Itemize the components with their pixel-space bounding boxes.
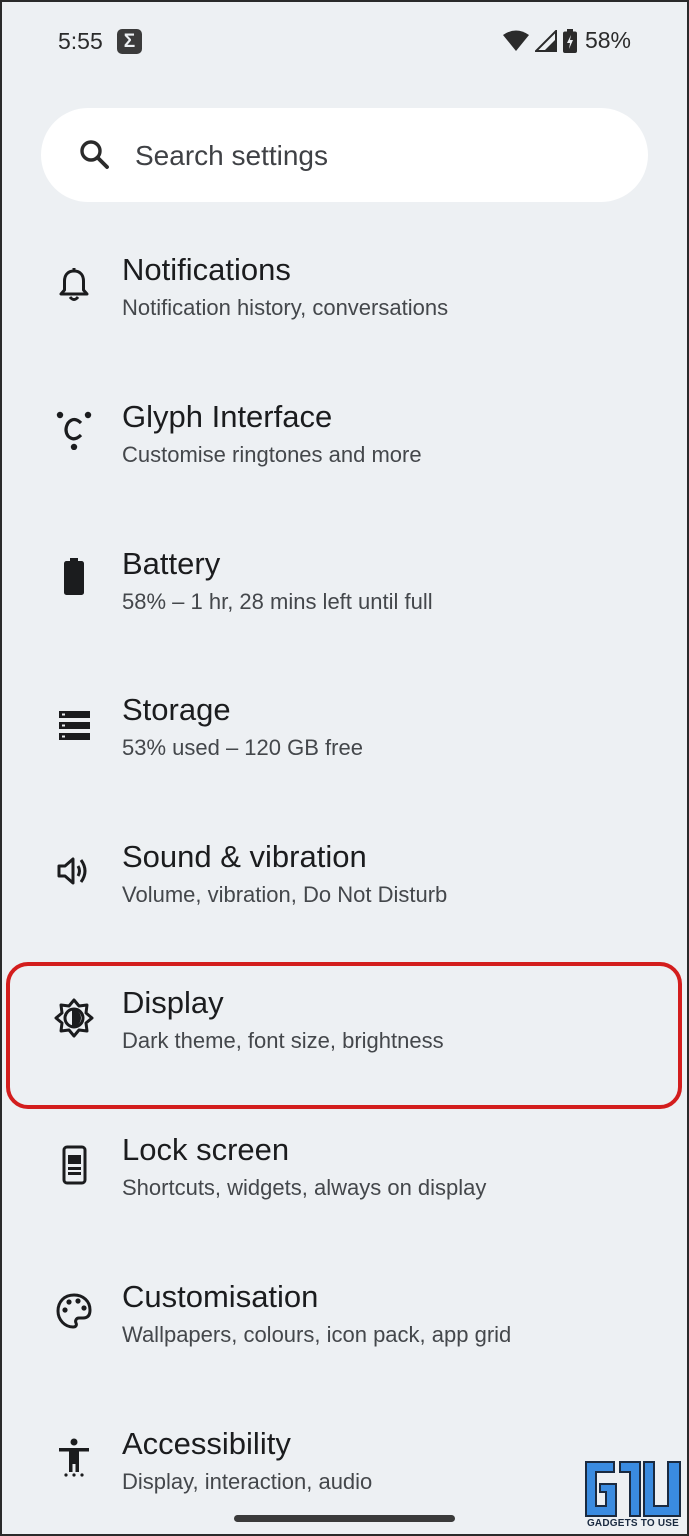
brightness-icon [54, 998, 94, 1038]
bell-icon [59, 268, 89, 301]
item-summary: 53% used – 120 GB free [122, 735, 363, 760]
gesture-navigation-bar[interactable] [234, 1515, 455, 1522]
gadgets-to-use-logo: GADGETS TO USE [584, 1460, 682, 1532]
search-icon [80, 140, 109, 169]
status-time: 5:55 [58, 28, 103, 54]
wifi-icon [502, 30, 529, 51]
item-title: Accessibility [122, 1426, 291, 1461]
item-title: Battery [122, 546, 221, 581]
item-title: Storage [122, 692, 231, 727]
item-title: Display [122, 985, 224, 1020]
item-summary: Customise ringtones and more [122, 442, 422, 467]
status-icons: 58% [502, 27, 631, 54]
battery-icon [64, 558, 84, 595]
settings-item-battery[interactable]: Battery 58% – 1 hr, 28 mins left until f… [0, 527, 689, 674]
status-bar: 5:55 Σ 58% [0, 0, 689, 84]
search-bar[interactable]: Search settings [41, 108, 648, 202]
item-title: Customisation [122, 1279, 319, 1314]
settings-item-glyph-interface[interactable]: Glyph Interface Customise ringtones and … [0, 380, 689, 527]
item-title: Glyph Interface [122, 399, 333, 434]
item-summary: Wallpapers, colours, icon pack, app grid [122, 1322, 512, 1347]
item-title: Notifications [122, 252, 291, 287]
item-summary: Display, interaction, audio [122, 1469, 373, 1494]
battery-charging-icon [562, 28, 577, 53]
settings-item-storage[interactable]: Storage 53% used – 120 GB free [0, 673, 689, 820]
cellular-signal-icon [534, 29, 557, 52]
battery-percent: 58% [584, 27, 631, 53]
item-title: Sound & vibration [122, 839, 367, 874]
settings-item-sound-vibration[interactable]: Sound & vibration Volume, vibration, Do … [0, 820, 689, 967]
search-input[interactable]: Search settings [135, 140, 328, 172]
settings-item-notifications[interactable]: Notifications Notification history, conv… [0, 233, 689, 380]
settings-item-display[interactable]: Display Dark theme, font size, brightnes… [0, 966, 689, 1113]
sigma-icon: Σ [117, 29, 142, 54]
item-summary: 58% – 1 hr, 28 mins left until full [122, 589, 433, 614]
palette-icon [56, 1293, 92, 1329]
watermark-logo-icon [585, 1461, 681, 1517]
glyph-icon [56, 411, 92, 450]
settings-item-lock-screen[interactable]: Lock screen Shortcuts, widgets, always o… [0, 1113, 689, 1260]
item-summary: Shortcuts, widgets, always on display [122, 1175, 487, 1200]
watermark-text: GADGETS TO USE [586, 1518, 680, 1529]
item-summary: Volume, vibration, Do Not Disturb [122, 882, 448, 907]
storage-icon [59, 711, 90, 740]
item-summary: Dark theme, font size, brightness [122, 1028, 444, 1053]
settings-item-customisation[interactable]: Customisation Wallpapers, colours, icon … [0, 1260, 689, 1407]
volume-icon [57, 857, 87, 885]
phone-lock-icon [62, 1145, 87, 1185]
item-title: Lock screen [122, 1132, 290, 1167]
accessibility-icon [59, 1438, 89, 1477]
item-summary: Notification history, conversations [122, 295, 449, 320]
